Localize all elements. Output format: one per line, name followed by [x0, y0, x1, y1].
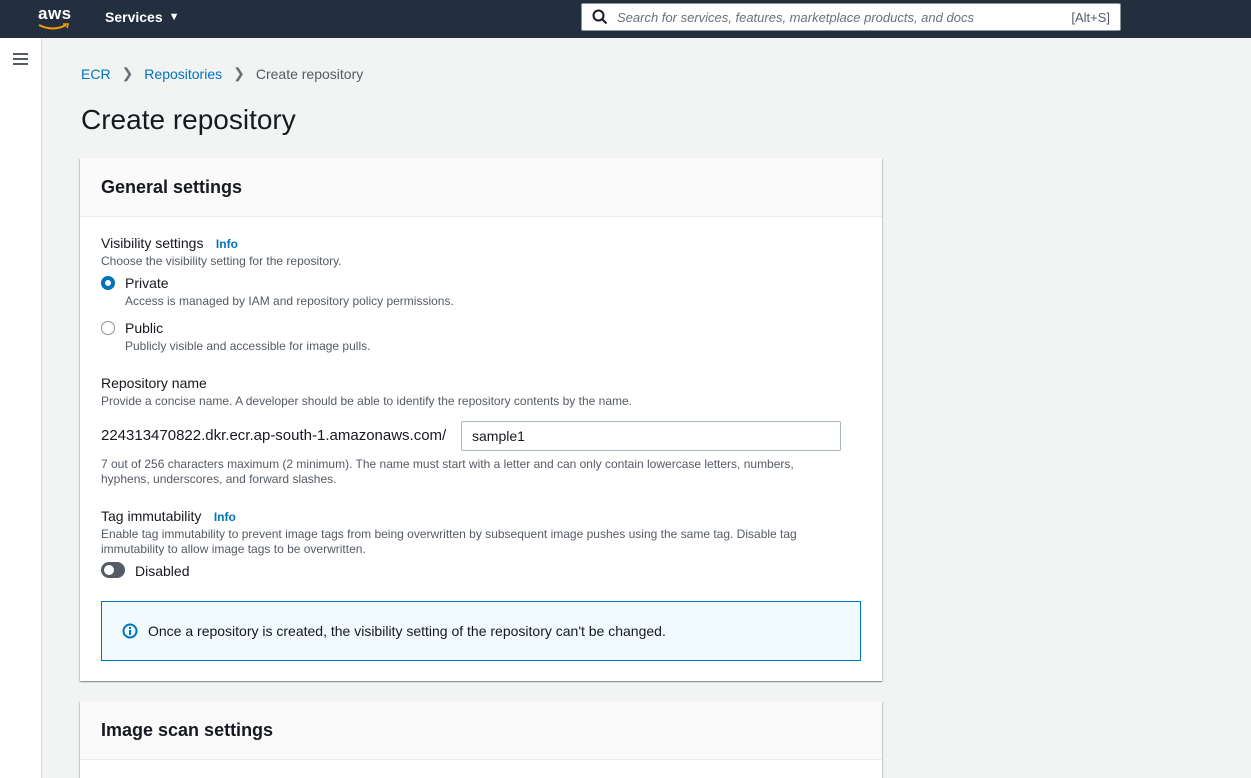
search-shortcut: [Alt+S] [1071, 9, 1110, 25]
breadcrumb: ECR ❯ Repositories ❯ Create repository [81, 65, 363, 82]
repository-name-label: Repository name [101, 375, 207, 391]
chevron-right-icon: ❯ [233, 65, 245, 81]
radio-private-label[interactable]: Private [125, 275, 169, 291]
visibility-settings-description: Choose the visibility setting for the re… [101, 254, 342, 268]
aws-smile-icon [38, 23, 70, 30]
general-settings-panel: General settings Visibility settings Inf… [80, 158, 882, 681]
repository-name-description: Provide a concise name. A developer shou… [101, 394, 632, 408]
breadcrumb-current: Create repository [255, 65, 364, 82]
radio-private[interactable] [101, 276, 115, 290]
services-menu-button[interactable]: Services ▼ [105, 9, 180, 25]
search-bar[interactable]: Search for services, features, marketpla… [581, 3, 1121, 31]
services-label: Services [105, 9, 163, 25]
repository-name-constraint-1: 7 out of 256 characters maximum (2 minim… [101, 457, 794, 471]
search-input[interactable]: Search for services, features, marketpla… [617, 10, 1071, 25]
repository-uri-prefix: 224313470822.dkr.ecr.ap-south-1.amazonaw… [101, 427, 447, 444]
visibility-info-link[interactable]: Info [216, 237, 238, 251]
search-icon [592, 9, 608, 25]
tag-immutability-header: Tag immutability Info [101, 508, 236, 526]
chevron-right-icon: ❯ [121, 65, 134, 81]
aws-logo-text: aws [38, 4, 72, 23]
visibility-info-alert: Once a repository is created, the visibi… [101, 601, 861, 661]
side-navigation-rail [0, 38, 42, 778]
repository-name-input[interactable]: sample1 [461, 421, 841, 451]
breadcrumb-ecr[interactable]: ECR [81, 66, 111, 82]
image-scan-settings-panel: Image scan settings [80, 701, 882, 778]
tag-immutability-description-2: immutability to allow image tags to be o… [101, 542, 366, 556]
aws-logo[interactable]: aws [36, 4, 76, 34]
radio-private-description: Access is managed by IAM and repository … [125, 294, 454, 308]
tag-immutability-toggle[interactable] [101, 562, 125, 578]
repository-name-constraint-2: hyphens, underscores, and forward slashe… [101, 472, 337, 486]
tag-immutability-toggle-label: Disabled [135, 563, 190, 579]
tag-immutability-info-link[interactable]: Info [214, 510, 236, 524]
tag-immutability-description-1: Enable tag immutability to prevent image… [101, 527, 797, 541]
breadcrumb-repositories[interactable]: Repositories [144, 66, 222, 82]
radio-public-description: Publicly visible and accessible for imag… [125, 339, 371, 353]
menu-icon[interactable] [13, 53, 28, 65]
toggle-knob [104, 565, 114, 575]
info-circle-icon [122, 623, 138, 639]
image-scan-settings-title: Image scan settings [80, 701, 882, 760]
radio-public-label[interactable]: Public [125, 320, 163, 336]
caret-down-icon: ▼ [168, 11, 180, 23]
visibility-settings-label: Visibility settings [101, 235, 204, 251]
top-navigation: aws Services ▼ Search for services, feat… [0, 0, 1251, 38]
tag-immutability-label: Tag immutability [101, 508, 202, 524]
page-title: Create repository [81, 104, 296, 135]
alert-text: Once a repository is created, the visibi… [148, 623, 666, 639]
general-settings-title: General settings [80, 158, 882, 217]
radio-public[interactable] [101, 321, 115, 335]
visibility-settings-header: Visibility settings Info [101, 235, 238, 253]
